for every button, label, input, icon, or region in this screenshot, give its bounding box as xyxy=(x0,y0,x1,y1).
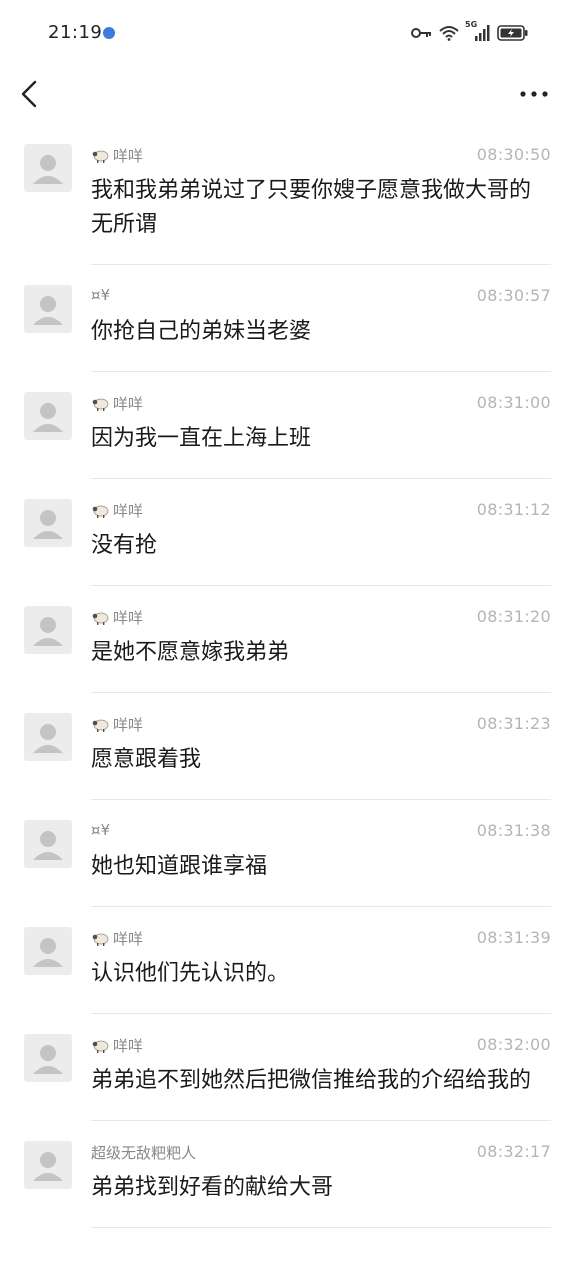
more-button[interactable] xyxy=(517,80,551,108)
status-time: 21:19 xyxy=(48,22,103,43)
sender-name: 咩咩 xyxy=(91,714,143,735)
key-icon xyxy=(411,26,433,40)
message-time: 08:31:20 xyxy=(476,607,551,626)
sender-name: 咩咩 xyxy=(91,500,143,521)
sheep-icon xyxy=(92,1040,109,1053)
chat-message[interactable]: 超级无敌粑粑人 08:32:17 弟弟找到好看的献给大哥 xyxy=(0,1121,573,1228)
sheep-icon xyxy=(92,612,109,625)
chat-message[interactable]: ¤¥ 08:31:38 她也知道跟谁享福 xyxy=(0,800,573,907)
sender-name: 咩咩 xyxy=(91,928,143,949)
sender-name-text: ¤¥ xyxy=(91,286,111,304)
avatar-icon[interactable] xyxy=(24,392,72,440)
chevron-left-icon xyxy=(21,80,37,108)
message-time: 08:31:23 xyxy=(476,714,551,733)
avatar-icon[interactable] xyxy=(24,606,72,654)
message-text: 是她不愿意嫁我弟弟 xyxy=(91,640,290,665)
avatar-icon[interactable] xyxy=(24,713,72,761)
sender-name: 咩咩 xyxy=(91,145,143,166)
message-time: 08:32:17 xyxy=(476,1142,551,1161)
message-text: 她也知道跟谁享福 xyxy=(91,854,268,879)
sender-name-text: 咩咩 xyxy=(113,1037,144,1055)
battery-icon xyxy=(497,25,529,41)
signal-5g-icon: 5G xyxy=(465,20,491,43)
avatar-icon[interactable] xyxy=(24,1141,72,1189)
message-text: 你抢自己的弟妹当老婆 xyxy=(91,319,312,344)
avatar-icon[interactable] xyxy=(24,285,72,333)
sender-name-text: 超级无敌粑粑人 xyxy=(91,1144,197,1162)
sheep-icon xyxy=(92,150,109,163)
message-text: 因为我一直在上海上班 xyxy=(91,426,312,451)
message-text: 认识他们先认识的。 xyxy=(91,961,290,986)
sender-name: 超级无敌粑粑人 xyxy=(91,1142,196,1163)
sender-name-text: 咩咩 xyxy=(113,147,144,165)
message-text: 没有抢 xyxy=(91,533,158,558)
chat-message[interactable]: 咩咩 08:31:20 是她不愿意嫁我弟弟 xyxy=(0,586,573,693)
status-icons: 5G xyxy=(411,20,529,44)
sender-name-text: 咩咩 xyxy=(113,716,144,734)
chat-message[interactable]: ¤¥ 08:30:57 你抢自己的弟妹当老婆 xyxy=(0,265,573,372)
message-time: 08:32:00 xyxy=(476,1035,551,1054)
message-time: 08:30:50 xyxy=(476,145,551,164)
message-time: 08:30:57 xyxy=(476,286,551,305)
sheep-icon xyxy=(92,933,109,946)
message-time: 08:31:12 xyxy=(476,500,551,519)
sender-name-text: 咩咩 xyxy=(113,609,144,627)
chat-message[interactable]: 咩咩 08:31:00 因为我一直在上海上班 xyxy=(0,372,573,479)
nav-bar xyxy=(0,64,573,124)
avatar-icon[interactable] xyxy=(24,144,72,192)
chat-message[interactable]: 咩咩 08:31:12 没有抢 xyxy=(0,479,573,586)
message-time: 08:31:38 xyxy=(476,821,551,840)
chat-message[interactable]: 咩咩 08:31:39 认识他们先认识的。 xyxy=(0,907,573,1014)
sender-name-text: 咩咩 xyxy=(113,930,144,948)
sender-name: 咩咩 xyxy=(91,1035,143,1056)
chat-history-list[interactable]: 咩咩 08:30:50 我和我弟弟说过了只要你嫂子愿意我做大哥的无所谓 ¤¥ 08:30… xyxy=(0,124,573,1280)
avatar-icon[interactable] xyxy=(24,499,72,547)
sheep-icon xyxy=(92,719,109,732)
chat-message[interactable]: 咩咩 08:31:23 愿意跟着我 xyxy=(0,693,573,800)
sender-name-text: 咩咩 xyxy=(113,395,144,413)
message-text: 弟弟追不到她然后把微信推给我的介绍给我的 xyxy=(91,1068,532,1093)
chat-message[interactable]: 咩咩 08:32:00 弟弟追不到她然后把微信推给我的介绍给我的 xyxy=(0,1014,573,1121)
sender-name-text: 咩咩 xyxy=(113,502,144,520)
sheep-icon xyxy=(92,505,109,518)
message-time: 08:31:00 xyxy=(476,393,551,412)
chat-message[interactable]: 咩咩 08:30:50 我和我弟弟说过了只要你嫂子愿意我做大哥的无所谓 xyxy=(0,124,573,265)
message-text: 愿意跟着我 xyxy=(91,747,202,772)
avatar-icon[interactable] xyxy=(24,927,72,975)
status-bar: 21:19 5G xyxy=(0,0,573,64)
sender-name-text: ¤¥ xyxy=(91,821,111,839)
avatar-icon[interactable] xyxy=(24,820,72,868)
wifi-icon xyxy=(439,25,459,41)
avatar-icon[interactable] xyxy=(24,1034,72,1082)
back-button[interactable] xyxy=(14,76,48,112)
sheep-icon xyxy=(92,398,109,411)
notification-dot-icon xyxy=(103,27,115,39)
message-text: 弟弟找到好看的献给大哥 xyxy=(91,1175,334,1200)
message-text: 我和我弟弟说过了只要你嫂子愿意我做大哥的无所谓 xyxy=(91,178,532,237)
more-horizontal-icon xyxy=(520,91,548,97)
divider xyxy=(91,1227,551,1228)
sender-name: ¤¥ xyxy=(91,821,110,839)
message-time: 08:31:39 xyxy=(476,928,551,947)
sender-name: 咩咩 xyxy=(91,607,143,628)
sender-name: ¤¥ xyxy=(91,286,110,304)
sender-name: 咩咩 xyxy=(91,393,143,414)
